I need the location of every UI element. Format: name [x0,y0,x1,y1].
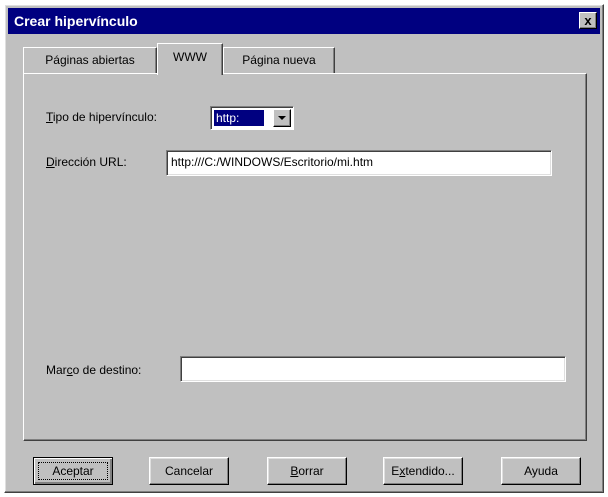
www-panel: Tipo de hipervínculo: http: Dirección UR… [23,73,587,441]
cancel-label: Cancelar [164,464,214,478]
tab-label: Páginas abiertas [45,53,135,67]
focus-ring [38,462,108,480]
help-button[interactable]: Ayuda [501,457,581,485]
target-frame-input[interactable] [180,356,566,382]
help-label: Ayuda [524,464,558,478]
url-label: Dirección URL: [46,155,127,169]
extended-button[interactable]: Extendido... [383,457,463,485]
accept-button[interactable]: Aceptar [33,457,113,485]
tab-pagina-nueva[interactable]: Página nueva [223,47,335,73]
title-bar[interactable]: Crear hipervínculo x [8,8,600,34]
link-type-select[interactable]: http: [210,106,294,130]
link-type-value: http: [214,110,264,126]
close-button[interactable]: x [579,12,597,29]
tab-label: WWW [173,50,207,64]
tab-paginas-abiertas[interactable]: Páginas abiertas [23,47,157,73]
url-input[interactable]: http:///C:/WINDOWS/Escritorio/mi.htm [166,150,552,176]
create-hyperlink-dialog: Crear hipervínculo x Páginas abiertas WW… [4,4,604,493]
tab-www[interactable]: WWW [157,43,223,75]
link-type-label: Tipo de hipervínculo: [46,110,157,124]
clear-label: orrar [298,464,324,478]
target-frame-label: Marco de destino: [46,363,142,377]
chevron-down-icon[interactable] [273,109,291,127]
close-icon: x [584,13,592,28]
extended-label: tendido... [405,464,455,478]
clear-button[interactable]: Borrar [267,457,347,485]
tab-label: Página nueva [242,53,316,67]
dialog-title: Crear hipervínculo [14,13,138,29]
cancel-button[interactable]: Cancelar [149,457,229,485]
